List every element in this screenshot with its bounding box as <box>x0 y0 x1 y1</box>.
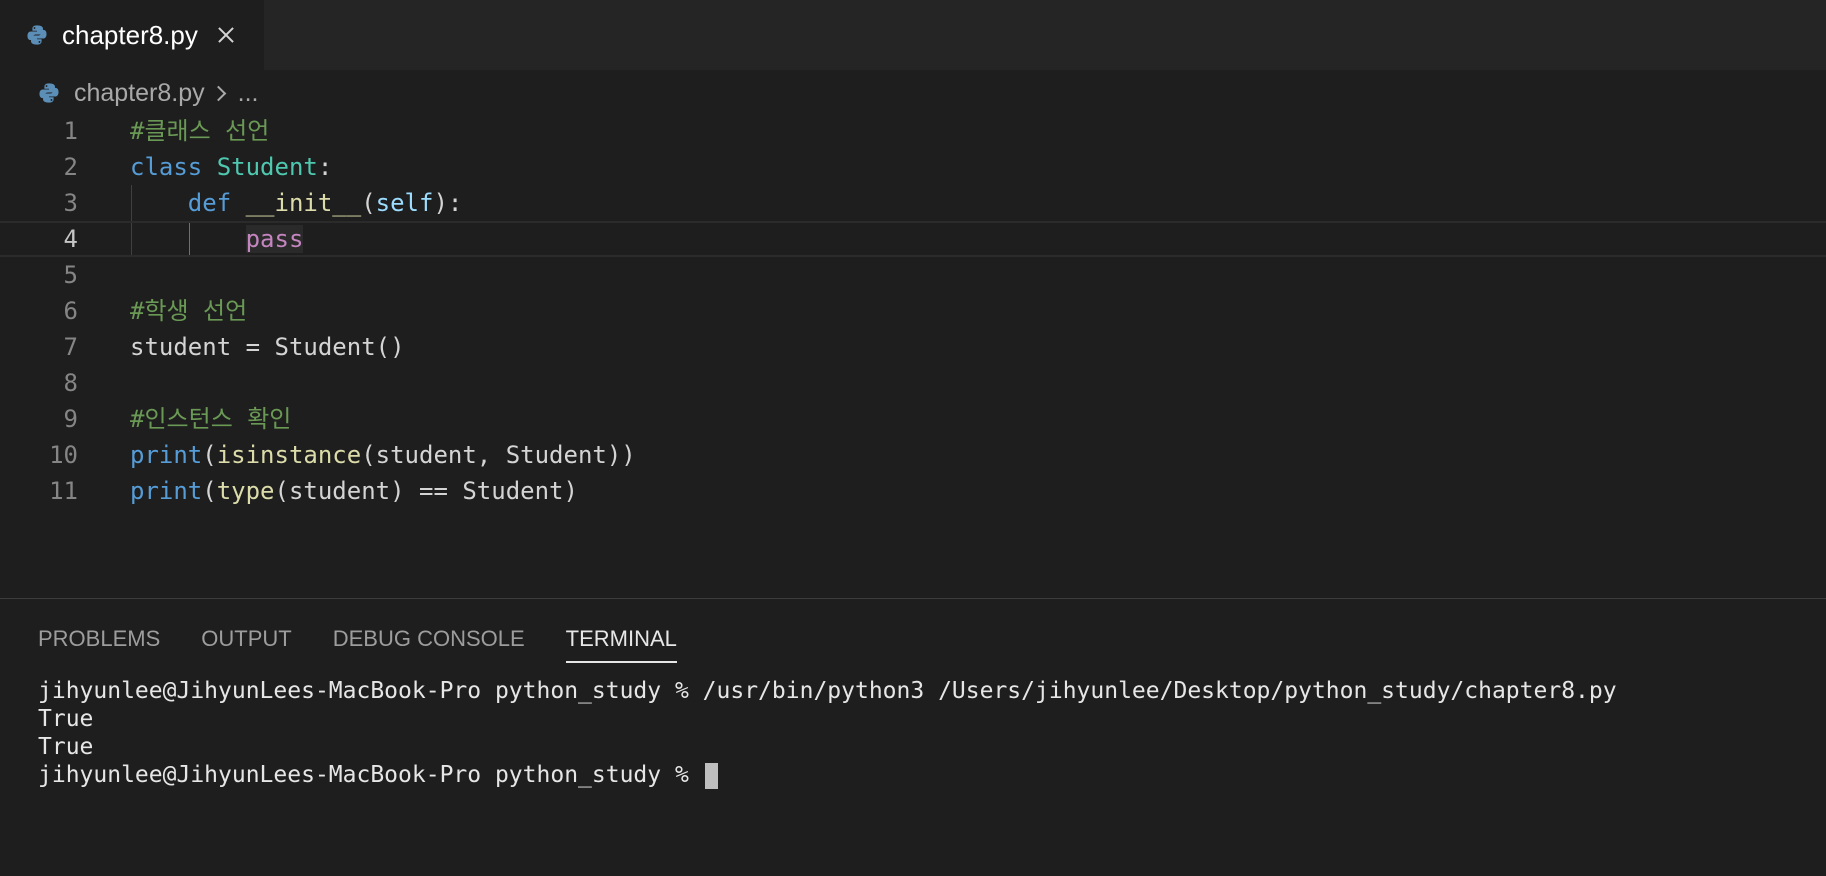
terminal-output: jihyunlee@JihyunLees-MacBook-Pro python_… <box>38 677 1798 761</box>
code-token: ( <box>202 477 217 505</box>
breadcrumb: chapter8.py ... <box>38 76 258 110</box>
code-token: #학생 선언 <box>130 297 248 325</box>
vscode-window: chapter8.py chapter8.py ... 1 #클래스 선언 2 cla… <box>0 0 1826 876</box>
python-file-icon <box>39 83 59 103</box>
line-number: 11 <box>49 477 78 505</box>
tab-output[interactable]: OUTPUT <box>201 623 291 663</box>
code-text: #클래스 선언 <box>130 113 269 149</box>
code-line[interactable]: 8 <box>0 365 1826 401</box>
terminal-line: True <box>38 706 94 732</box>
code-token: type <box>216 477 275 505</box>
code-token: pass <box>245 225 304 253</box>
code-token: Student <box>216 153 318 181</box>
tab-terminal[interactable]: TERMINAL <box>565 623 677 663</box>
chevron-right-icon <box>210 85 226 101</box>
terminal-line: True <box>38 734 94 760</box>
code-line[interactable]: 1 #클래스 선언 <box>0 113 1826 149</box>
code-token: ( <box>202 441 217 469</box>
code-editor[interactable]: 1 #클래스 선언 2 class Student: 3 def __init__(se… <box>0 113 1826 509</box>
terminal-prompt-line: jihyunlee@JihyunLees-MacBook-Pro python_… <box>38 761 1798 789</box>
line-number: 2 <box>63 153 78 181</box>
line-number: 8 <box>63 369 78 397</box>
code-line[interactable]: 7 student = Student() <box>0 329 1826 365</box>
code-token: #클래스 선언 <box>130 117 270 145</box>
line-number: 10 <box>49 441 78 469</box>
terminal-prompt: jihyunlee@JihyunLees-MacBook-Pro python_… <box>38 762 703 788</box>
code-text: print(isinstance(student, Student)) <box>130 437 636 473</box>
code-token: (student) == Student) <box>274 477 578 505</box>
breadcrumb-more[interactable]: ... <box>238 79 259 108</box>
code-text: class Student: <box>130 149 332 185</box>
code-token: __init__ <box>245 189 362 217</box>
tab-chapter8-py[interactable]: chapter8.py <box>0 0 264 70</box>
line-number: 7 <box>63 333 78 361</box>
line-number: 9 <box>63 405 78 433</box>
code-line[interactable]: 10 print(isinstance(student, Student)) <box>0 437 1826 473</box>
indent-guide <box>131 185 132 221</box>
tab-debug-console[interactable]: DEBUG CONSOLE <box>333 623 525 663</box>
line-number: 5 <box>63 261 78 289</box>
indent-guide <box>189 223 190 255</box>
code-text: pass <box>130 223 304 255</box>
breadcrumb-file[interactable]: chapter8.py <box>74 79 205 108</box>
indent-guide <box>131 223 132 255</box>
code-line[interactable]: 6 #학생 선언 <box>0 293 1826 329</box>
code-token: self <box>375 189 434 217</box>
line-number: 1 <box>63 117 78 145</box>
bottom-panel: PROBLEMS OUTPUT DEBUG CONSOLE TERMINAL jihy… <box>0 598 1826 876</box>
code-token: class <box>130 153 203 181</box>
code-line[interactable]: 2 class Student: <box>0 149 1826 185</box>
terminal[interactable]: jihyunlee@JihyunLees-MacBook-Pro python_… <box>38 677 1798 789</box>
code-text: #학생 선언 <box>130 293 247 329</box>
code-token: student = Student() <box>130 333 405 361</box>
python-file-icon <box>27 25 47 45</box>
code-token: isinstance <box>216 441 362 469</box>
code-line[interactable]: 11 print(type(student) == Student) <box>0 473 1826 509</box>
terminal-line: jihyunlee@JihyunLees-MacBook-Pro python_… <box>38 678 1617 704</box>
line-number: 6 <box>63 297 78 325</box>
code-line[interactable]: 3 def __init__(self): <box>0 185 1826 221</box>
code-token: : <box>317 153 333 181</box>
panel-tabs: PROBLEMS OUTPUT DEBUG CONSOLE TERMINAL <box>38 623 718 663</box>
editor-tab-strip: chapter8.py <box>0 0 1826 70</box>
code-token: def <box>187 189 232 217</box>
code-text: #인스턴스 확인 <box>130 401 291 437</box>
code-text: student = Student() <box>130 329 405 365</box>
tab-problems[interactable]: PROBLEMS <box>38 623 160 663</box>
code-line[interactable]: 9 #인스턴스 확인 <box>0 401 1826 437</box>
code-text: def __init__(self): <box>130 185 463 221</box>
code-token: print <box>130 441 203 469</box>
tab-label: chapter8.py <box>62 19 198 50</box>
code-token: ): <box>433 189 463 217</box>
code-token: print <box>130 477 203 505</box>
terminal-cursor <box>704 762 718 789</box>
code-line[interactable]: 5 <box>0 257 1826 293</box>
code-token: ( <box>361 189 376 217</box>
close-icon[interactable] <box>214 23 238 47</box>
code-token: (student, Student)) <box>361 441 636 469</box>
code-token: #인스턴스 확인 <box>130 405 292 433</box>
line-number: 4 <box>63 225 78 253</box>
code-line[interactable]: 4 pass <box>0 221 1826 257</box>
line-number: 3 <box>63 189 78 217</box>
code-text: print(type(student) == Student) <box>130 473 578 509</box>
